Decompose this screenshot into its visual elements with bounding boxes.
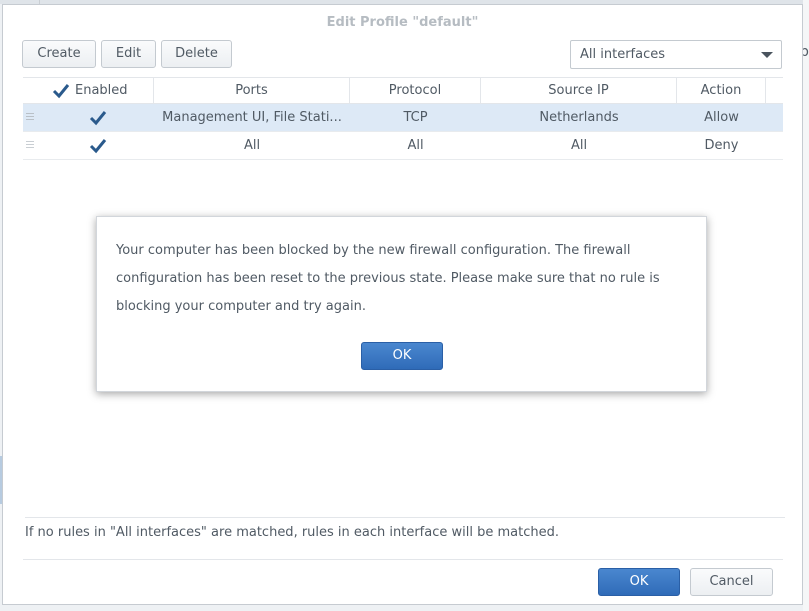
protocol-cell: All: [407, 138, 424, 153]
protocol-cell: TCP: [403, 110, 428, 125]
column-source-ip[interactable]: Source IP: [481, 78, 677, 104]
column-ports[interactable]: Ports: [154, 78, 350, 104]
edit-button[interactable]: Edit: [101, 40, 156, 68]
drag-handle-icon[interactable]: [26, 141, 34, 149]
footer-note: If no rules in "All interfaces" are matc…: [25, 517, 785, 549]
column-enabled[interactable]: Enabled: [23, 78, 154, 104]
background-app-right: [803, 0, 809, 611]
delete-button[interactable]: Delete: [161, 40, 232, 68]
column-enabled-label: Enabled: [75, 83, 128, 98]
footer-divider: [23, 559, 783, 560]
table-row[interactable]: All All All Deny: [23, 132, 783, 160]
create-button[interactable]: Create: [22, 40, 96, 68]
cancel-button[interactable]: Cancel: [690, 568, 773, 596]
interface-select[interactable]: All interfaces: [570, 40, 782, 69]
message-ok-button[interactable]: OK: [361, 342, 443, 370]
column-protocol[interactable]: Protocol: [350, 78, 481, 104]
table-row[interactable]: Management UI, File Stati... TCP Netherl…: [23, 104, 783, 132]
select-all-checkbox-icon[interactable]: [52, 82, 70, 100]
chevron-down-icon: [761, 52, 773, 58]
interface-select-value: All interfaces: [580, 47, 666, 62]
blocked-message-box: Your computer has been blocked by the ne…: [96, 216, 707, 392]
checkmark-icon[interactable]: [89, 137, 107, 155]
ok-button[interactable]: OK: [598, 568, 680, 596]
action-cell: Deny: [704, 138, 739, 153]
drag-handle-icon[interactable]: [26, 113, 34, 121]
message-text: Your computer has been blocked by the ne…: [116, 243, 660, 314]
column-action[interactable]: Action: [677, 78, 766, 104]
ports-cell: All: [243, 138, 261, 153]
source-ip-cell: All: [570, 138, 588, 153]
checkmark-icon[interactable]: [89, 109, 107, 127]
rules-grid-header: Enabled Ports Protocol Source IP Action: [23, 77, 783, 104]
dialog-title: Edit Profile "default": [326, 15, 479, 30]
ports-cell: Management UI, File Stati...: [162, 110, 342, 125]
action-cell: Allow: [704, 110, 739, 125]
source-ip-cell: Netherlands: [539, 110, 619, 125]
